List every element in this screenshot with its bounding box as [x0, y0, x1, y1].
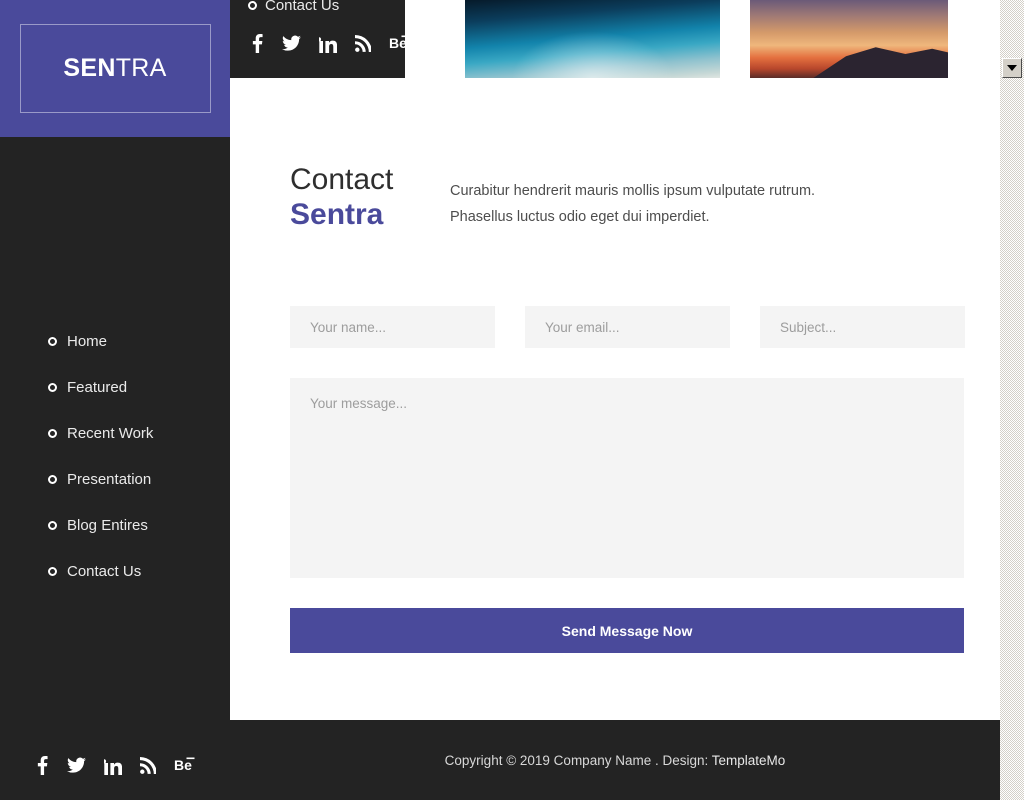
footer: Copyright © 2019 Company Name . Design: … [230, 720, 1000, 800]
overflow-social-links: Be [251, 34, 405, 53]
sidebar-item-contact-us[interactable]: Contact Us [0, 548, 230, 594]
facebook-icon[interactable] [36, 756, 49, 775]
name-input[interactable] [290, 306, 495, 348]
overflow-nav-label: Contact Us [265, 0, 340, 14]
facebook-icon[interactable] [251, 34, 264, 53]
linkedin-icon[interactable] [104, 757, 122, 775]
blue-sky-thumbnail[interactable] [465, 0, 720, 78]
send-message-button[interactable]: Send Message Now [290, 608, 964, 653]
subject-input[interactable] [760, 306, 965, 348]
circle-bullet-icon [48, 382, 57, 392]
sidebar-item-label: Home [67, 332, 108, 350]
svg-text:Be: Be [389, 35, 405, 51]
logo-bold-part: SEN [63, 54, 116, 82]
contact-section: Contact Sentra Curabitur hendrerit mauri… [230, 78, 1000, 720]
sidebar-social-links: Be [36, 756, 196, 775]
sidebar-item-label: Contact Us [67, 562, 142, 580]
overflow-sidebar-item-contact-us[interactable]: Contact Us [230, 0, 405, 15]
circle-bullet-icon [48, 336, 57, 346]
vertical-scrollbar[interactable] [1000, 0, 1024, 800]
contact-description-line1: Curabitur hendrerit mauris mollis ipsum … [450, 183, 816, 199]
rss-icon[interactable] [355, 35, 371, 52]
templatemo-link[interactable]: TemplateMo [712, 753, 786, 768]
circle-bullet-icon [48, 474, 57, 484]
sunset-mountain-thumbnail[interactable] [750, 0, 948, 78]
contact-heading: Contact Sentra [290, 162, 440, 232]
svg-text:Be: Be [174, 757, 192, 773]
contact-description-line2: Phasellus luctus odio eget dui imperdiet… [450, 209, 710, 225]
sidebar-item-recent-work[interactable]: Recent Work [0, 410, 230, 456]
sidebar-item-label: Featured [67, 378, 128, 396]
twitter-icon[interactable] [282, 35, 301, 52]
behance-icon[interactable]: Be [389, 35, 405, 52]
sidebar-item-label: Presentation [67, 470, 152, 488]
logo-block[interactable]: SENTRA [0, 0, 230, 137]
sidebar-item-featured[interactable]: Featured [0, 364, 230, 410]
chevron-down-icon [1007, 65, 1017, 71]
sidebar-item-label: Blog Entires [67, 516, 148, 534]
linkedin-icon[interactable] [319, 35, 337, 53]
message-textarea[interactable] [290, 378, 964, 578]
copyright-text: Copyright © 2019 Company Name . Design: … [445, 753, 786, 768]
contact-description: Curabitur hendrerit mauris mollis ipsum … [450, 178, 930, 230]
behance-icon[interactable]: Be [174, 757, 196, 774]
sidebar: SENTRA Home Featured Recent Work Present… [0, 0, 230, 800]
form-field-row [290, 306, 965, 348]
sidebar-nav: Home Featured Recent Work Presentation B… [0, 318, 230, 594]
circle-bullet-icon [248, 0, 257, 10]
sidebar-item-home[interactable]: Home [0, 318, 230, 364]
sidebar-item-blog-entires[interactable]: Blog Entires [0, 502, 230, 548]
circle-bullet-icon [48, 520, 57, 530]
logo-light-part: TRA [115, 54, 167, 82]
email-input[interactable] [525, 306, 730, 348]
overflow-nav-panel: Contact Us Be [230, 0, 405, 78]
sidebar-item-presentation[interactable]: Presentation [0, 456, 230, 502]
logo-border-box: SENTRA [19, 24, 211, 113]
contact-form: Send Message Now [290, 306, 965, 653]
rss-icon[interactable] [140, 757, 156, 774]
circle-bullet-icon [48, 428, 57, 438]
contact-heading-line2: Sentra [290, 198, 384, 231]
sidebar-item-label: Recent Work [67, 424, 154, 442]
copyright-prefix: Copyright © 2019 Company Name . Design: [444, 752, 712, 768]
scroll-down-button[interactable] [1002, 58, 1022, 78]
logo-text: SENTRA [63, 54, 166, 83]
contact-heading-line1: Contact [290, 163, 394, 196]
page-root: Contact Sentra Curabitur hendrerit mauri… [0, 0, 1024, 800]
circle-bullet-icon [48, 566, 57, 576]
twitter-icon[interactable] [67, 757, 86, 774]
